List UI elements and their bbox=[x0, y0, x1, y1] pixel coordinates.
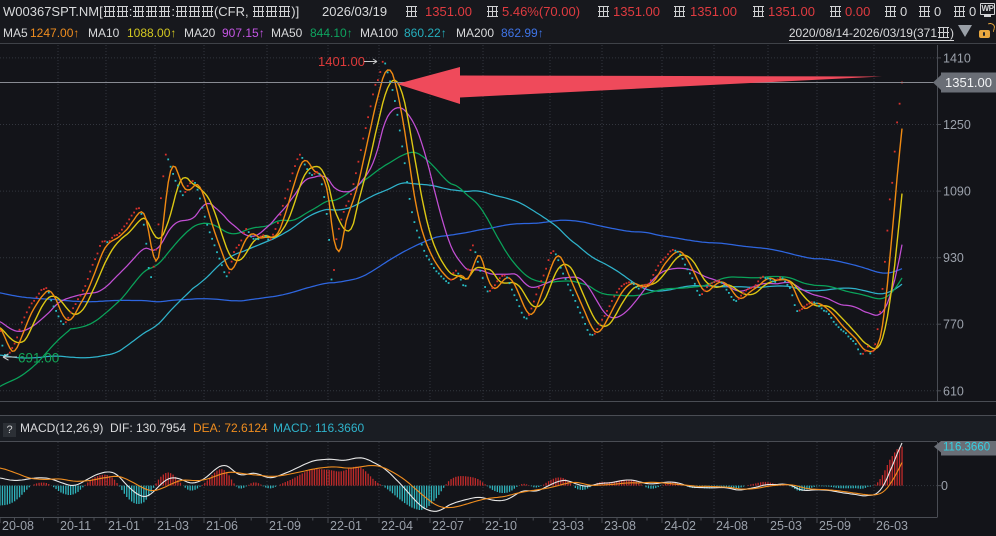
svg-text:1090: 1090 bbox=[943, 185, 971, 199]
svg-text:23-03: 23-03 bbox=[552, 519, 584, 533]
svg-text:1250: 1250 bbox=[943, 118, 971, 132]
svg-text:116.3660: 116.3660 bbox=[943, 442, 990, 454]
svg-text:0: 0 bbox=[941, 479, 948, 493]
svg-text:25-09: 25-09 bbox=[819, 519, 851, 533]
svg-text:1410: 1410 bbox=[943, 51, 971, 65]
svg-text:21-09: 21-09 bbox=[269, 519, 301, 533]
svg-text:22-07: 22-07 bbox=[432, 519, 464, 533]
svg-text:770: 770 bbox=[943, 318, 964, 332]
svg-text:24-02: 24-02 bbox=[664, 519, 696, 533]
svg-text:610: 610 bbox=[943, 384, 964, 398]
svg-text:23-08: 23-08 bbox=[604, 519, 636, 533]
svg-text:22-04: 22-04 bbox=[381, 519, 413, 533]
svg-text:21-01: 21-01 bbox=[108, 519, 140, 533]
svg-text:930: 930 bbox=[943, 251, 964, 265]
svg-text:24-08: 24-08 bbox=[716, 519, 748, 533]
svg-text:691.00: 691.00 bbox=[18, 351, 59, 366]
svg-text:1351.00: 1351.00 bbox=[945, 75, 992, 90]
svg-text:25-03: 25-03 bbox=[770, 519, 802, 533]
svg-text:21-06: 21-06 bbox=[206, 519, 238, 533]
svg-text:22-10: 22-10 bbox=[485, 519, 517, 533]
svg-text:21-03: 21-03 bbox=[157, 519, 189, 533]
svg-text:1401.00: 1401.00 bbox=[318, 54, 365, 69]
svg-text:20-08: 20-08 bbox=[2, 519, 34, 533]
svg-text:20-11: 20-11 bbox=[60, 519, 91, 533]
svg-text:26-03: 26-03 bbox=[876, 519, 908, 533]
svg-text:22-01: 22-01 bbox=[330, 519, 362, 533]
